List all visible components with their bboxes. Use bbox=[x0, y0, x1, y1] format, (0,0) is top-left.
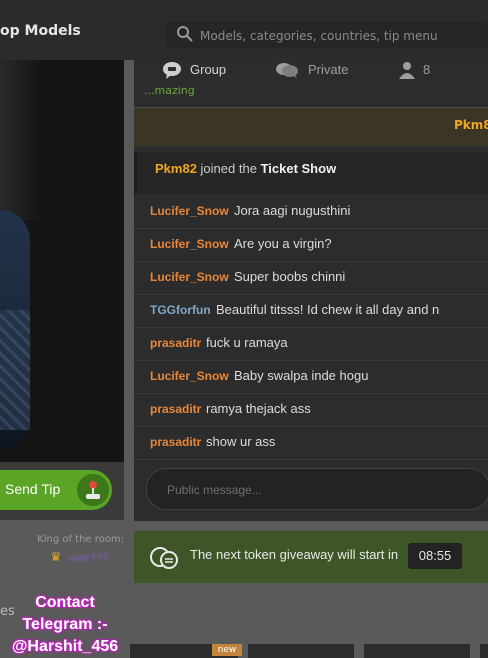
joystick-icon bbox=[77, 474, 109, 506]
clipped-message: ...mazing bbox=[144, 84, 195, 96]
message-list: Lucifer_Snow Jora aagi nugusthini Lucifer_… bbox=[134, 196, 488, 460]
chat-panel: Group Private 8 ...mazing Pkm8 Pkm82 joi… bbox=[134, 60, 488, 521]
king-label: King of the room: bbox=[37, 534, 124, 545]
tab-group[interactable]: Group bbox=[162, 60, 262, 82]
chat-message-text: Super boobs chinni bbox=[234, 269, 346, 284]
join-notice: Pkm82 joined the Ticket Show bbox=[134, 152, 488, 194]
notice-row: Pkm8 bbox=[134, 107, 488, 146]
watermark-line-1: Contact bbox=[35, 594, 95, 611]
crown-icon: ♛ bbox=[50, 550, 62, 565]
chat-bubble-icon bbox=[162, 60, 182, 83]
chat-username[interactable]: Lucifer_Snow bbox=[150, 237, 229, 251]
giveaway-text: The next token giveaway will start in bbox=[190, 547, 399, 562]
model-thumbnail[interactable] bbox=[364, 644, 470, 658]
chat-username[interactable]: prasaditr bbox=[150, 402, 201, 416]
coins-icon bbox=[148, 543, 180, 575]
chat-message-text: fuck u ramaya bbox=[206, 335, 288, 350]
chat-message: prasaditr show ur ass bbox=[134, 427, 488, 460]
video-frame-pattern bbox=[0, 310, 30, 430]
joined-text: joined the bbox=[200, 161, 257, 176]
model-thumbnails: new bbox=[124, 644, 488, 658]
model-thumbnail[interactable] bbox=[248, 644, 354, 658]
video-frame-shadow bbox=[0, 60, 40, 220]
top-models-link[interactable]: op Models bbox=[0, 23, 81, 39]
tab-users[interactable]: 8 bbox=[398, 60, 458, 82]
new-badge: new bbox=[212, 644, 242, 656]
joined-username[interactable]: Pkm82 bbox=[155, 161, 197, 176]
chat-username[interactable]: Lucifer_Snow bbox=[150, 270, 229, 284]
public-message-input[interactable] bbox=[165, 479, 469, 501]
private-chat-icon bbox=[275, 60, 299, 83]
video-player[interactable] bbox=[0, 60, 124, 462]
chat-username[interactable]: Lucifer_Snow bbox=[150, 204, 229, 218]
chat-username[interactable]: TGGforfun bbox=[150, 303, 211, 317]
telegram-watermark: Contact Telegram :- @Harshit_456 bbox=[0, 592, 130, 658]
model-thumbnail[interactable]: new bbox=[130, 644, 242, 658]
chat-message-text: Jora aagi nugusthini bbox=[234, 203, 351, 218]
tab-private-label: Private bbox=[308, 62, 349, 77]
search-input[interactable] bbox=[198, 25, 482, 47]
watermark-line-3: @Harshit_456 bbox=[11, 638, 119, 655]
send-tip-button[interactable]: Send Tip bbox=[0, 470, 112, 510]
chat-message-text: Baby swalpa inde hogu bbox=[234, 368, 369, 383]
watermark-line-2: Telegram :- bbox=[22, 616, 108, 633]
top-bar: op Models bbox=[0, 0, 488, 60]
chat-message: prasaditr fuck u ramaya bbox=[134, 328, 488, 361]
chat-message: TGGforfun Beautiful titsss! Id chew it al… bbox=[134, 295, 488, 328]
chat-username[interactable]: prasaditr bbox=[150, 435, 201, 449]
token-giveaway-bar: The next token giveaway will start in 08… bbox=[134, 531, 488, 583]
tab-group-label: Group bbox=[190, 62, 227, 77]
chat-message-text: show ur ass bbox=[206, 434, 276, 449]
user-count: 8 bbox=[423, 62, 431, 77]
king-username[interactable]: user777 bbox=[68, 553, 109, 564]
chat-message: Lucifer_Snow Jora aagi nugusthini bbox=[134, 196, 488, 229]
chat-username[interactable]: prasaditr bbox=[150, 336, 201, 350]
user-icon bbox=[398, 61, 416, 82]
search-box[interactable] bbox=[166, 22, 488, 48]
model-thumbnail[interactable] bbox=[480, 644, 488, 658]
notice-username[interactable]: Pkm8 bbox=[454, 118, 488, 132]
chat-message: prasaditr ramya thejack ass bbox=[134, 394, 488, 427]
giveaway-timer: 08:55 bbox=[408, 543, 462, 569]
message-composer[interactable] bbox=[146, 468, 488, 510]
tab-private[interactable]: Private bbox=[275, 60, 385, 82]
ticket-show-label: Ticket Show bbox=[260, 161, 337, 176]
chat-message: Lucifer_Snow Super boobs chinni bbox=[134, 262, 488, 295]
chat-message-text: Beautiful titsss! Id chew it all day and… bbox=[216, 302, 440, 317]
chat-message: Lucifer_Snow Baby swalpa inde hogu bbox=[134, 361, 488, 394]
send-tip-label: Send Tip bbox=[5, 481, 61, 497]
search-icon bbox=[176, 25, 194, 47]
clipped-message-text: ...mazing bbox=[144, 84, 195, 96]
chat-username[interactable]: Lucifer_Snow bbox=[150, 369, 229, 383]
chat-message-text: ramya thejack ass bbox=[206, 401, 311, 416]
chat-message-text: Are you a virgin? bbox=[234, 236, 332, 251]
chat-message: Lucifer_Snow Are you a virgin? bbox=[134, 229, 488, 262]
